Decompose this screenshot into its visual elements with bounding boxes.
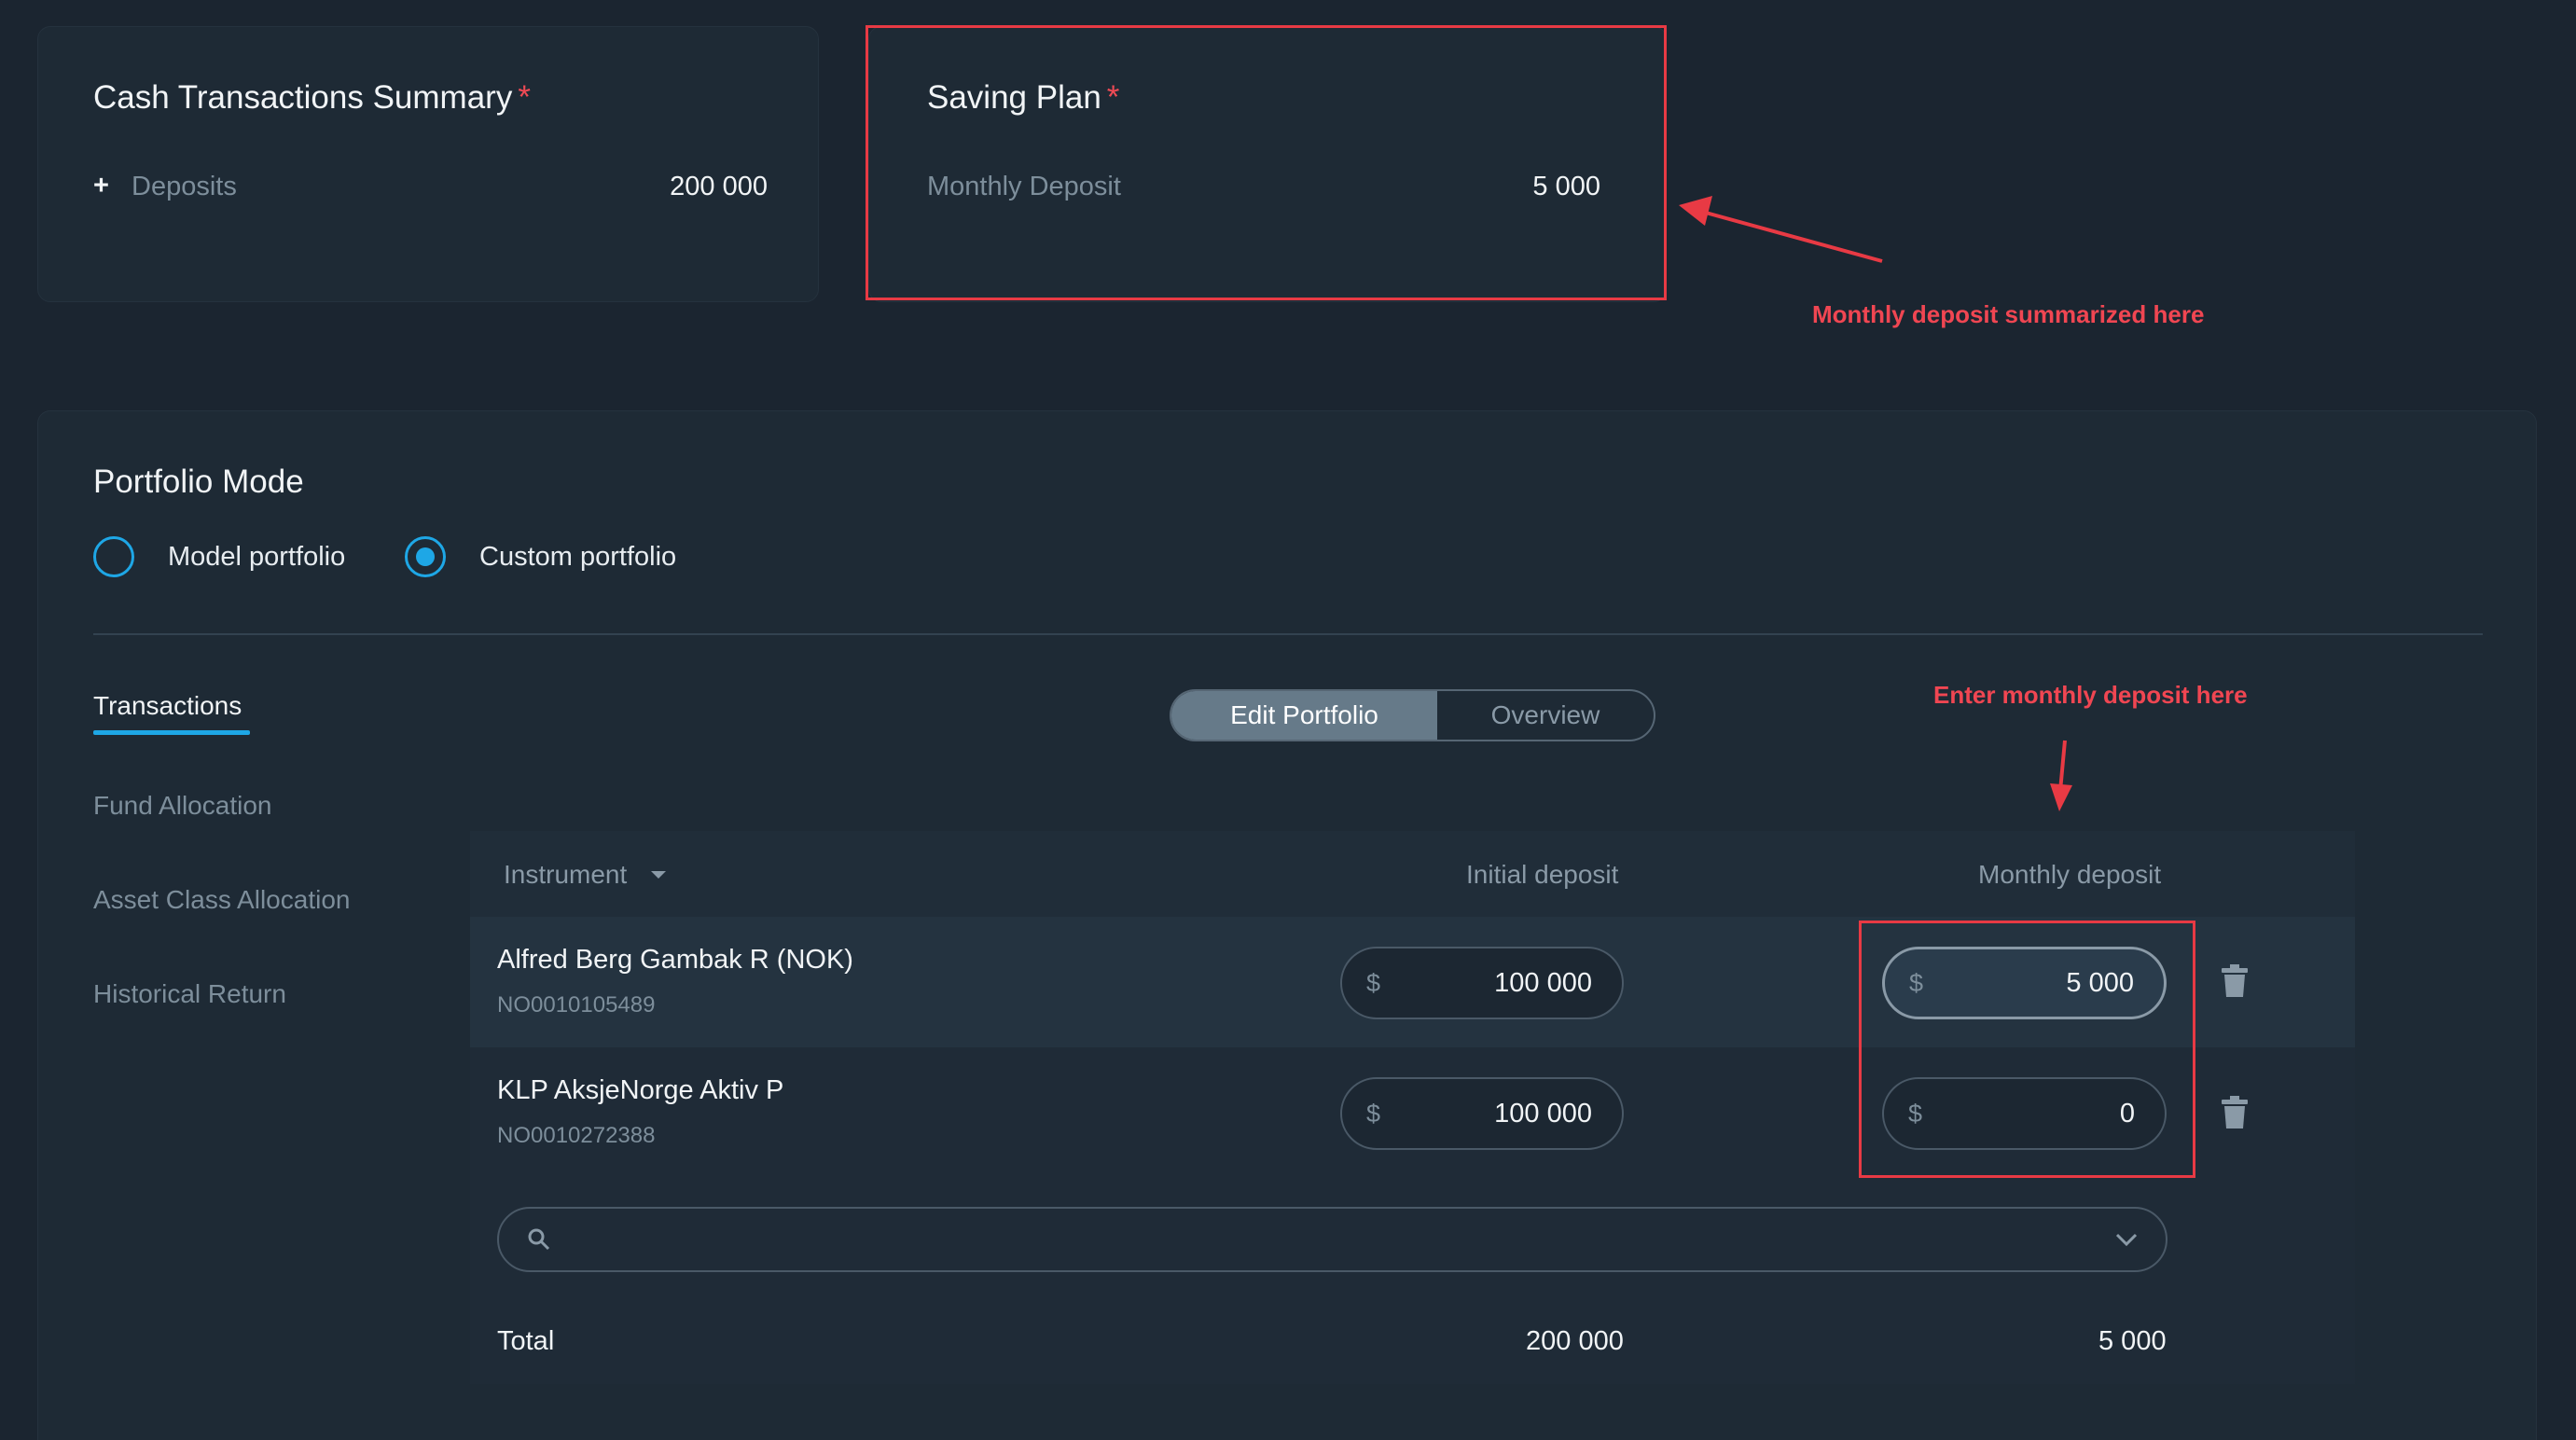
annotation-arrow-left-icon (1679, 196, 1883, 263)
chevron-down-icon[interactable] (2115, 1233, 2138, 1248)
radio-model-portfolio[interactable] (93, 536, 134, 577)
initial-deposit-value: 100 000 (1494, 967, 1592, 998)
sidebar-item-asset-class-allocation[interactable]: Asset Class Allocation (93, 885, 350, 915)
currency-symbol: $ (1366, 968, 1381, 997)
cash-summary-title-text: Cash Transactions Summary (93, 79, 513, 116)
instrument-search-select[interactable] (497, 1207, 2167, 1272)
search-icon (528, 1228, 550, 1251)
initial-deposit-value: 100 000 (1494, 1098, 1592, 1128)
sidebar-item-historical-return[interactable]: Historical Return (93, 979, 286, 1009)
annotation-summary-note: Monthly deposit summarized here (1812, 300, 2205, 328)
monthly-deposit-highlight-box (1859, 921, 2195, 1178)
cash-summary-title: Cash Transactions Summary * (93, 79, 531, 117)
saving-plan-highlight-box (866, 25, 1667, 300)
annotation-arrow-down-icon (2050, 740, 2072, 811)
initial-deposit-input[interactable]: $ 100 000 (1340, 1077, 1624, 1150)
deposits-label: Deposits (132, 172, 237, 201)
radio-custom-portfolio[interactable] (405, 536, 446, 577)
sidebar-item-transactions[interactable]: Transactions (93, 691, 242, 721)
view-toggle: Edit Portfolio Overview (1170, 689, 1655, 741)
deposits-value: 200 000 (670, 172, 768, 201)
required-mark: * (518, 79, 531, 116)
initial-deposit-input[interactable]: $ 100 000 (1340, 947, 1624, 1019)
header-monthly-deposit: Monthly deposit (1978, 860, 2162, 889)
active-tab-underline (93, 730, 250, 735)
section-divider (93, 633, 2483, 635)
total-label: Total (497, 1326, 555, 1356)
radio-label-model-portfolio[interactable]: Model portfolio (168, 542, 345, 573)
chevron-down-icon[interactable] (650, 869, 667, 880)
cash-summary-card: Cash Transactions Summary * + Deposits 20… (37, 26, 819, 302)
currency-symbol: $ (1366, 1099, 1381, 1128)
annotation-enter-note: Enter monthly deposit here (1933, 681, 2248, 709)
sidebar-item-fund-allocation[interactable]: Fund Allocation (93, 791, 271, 821)
portfolio-mode-title: Portfolio Mode (93, 464, 304, 500)
toggle-overview[interactable]: Overview (1437, 691, 1654, 740)
header-instrument[interactable]: Instrument (504, 860, 627, 890)
total-initial-value: 200 000 (1526, 1326, 1624, 1356)
instrument-isin: NO0010105489 (497, 992, 656, 1018)
plus-icon[interactable]: + (93, 171, 109, 201)
instrument-name: KLP AksjeNorge Aktiv P (497, 1075, 784, 1105)
toggle-edit-portfolio[interactable]: Edit Portfolio (1171, 691, 1437, 740)
instrument-name: Alfred Berg Gambak R (NOK) (497, 945, 853, 975)
header-initial-deposit: Initial deposit (1466, 860, 1619, 889)
instrument-isin: NO0010272388 (497, 1123, 656, 1148)
trash-icon[interactable] (2221, 1096, 2249, 1129)
trash-icon[interactable] (2221, 964, 2249, 998)
radio-label-custom-portfolio[interactable]: Custom portfolio (479, 542, 676, 573)
search-input[interactable] (564, 1218, 2057, 1261)
total-monthly-value: 5 000 (2098, 1326, 2167, 1356)
